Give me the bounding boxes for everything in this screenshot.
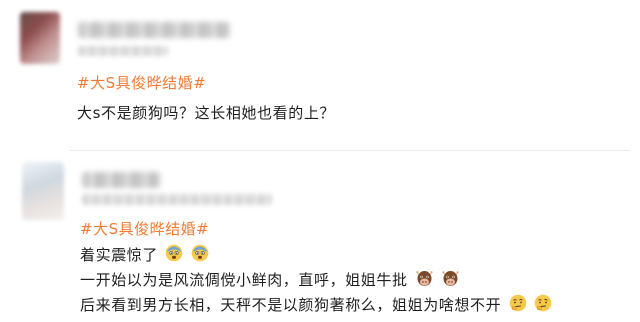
fearful-face-icon (165, 244, 183, 266)
comment-text-line: 着实震惊了 (80, 244, 209, 266)
fearful-face-icon (191, 244, 209, 266)
hashtag-link[interactable]: #大S具俊晔结婚# (80, 218, 209, 239)
comment-text: 后来看到男方长相，天秤不是以颜狗著称么，姐姐为啥想不开 (80, 296, 502, 314)
cow-face-icon (441, 269, 460, 291)
comment-feed: #大S具俊晔结婚# 大s不是颜狗吗？这长相她也看的上？ #大S具俊晔结婚# 着实… (0, 0, 640, 322)
cow-face-icon (415, 269, 434, 291)
comment-text: 着实震惊了 (80, 246, 159, 264)
thinking-face-icon (509, 294, 527, 316)
comment-text-line: 后来看到男方长相，天秤不是以颜狗著称么，姐姐为啥想不开 (80, 294, 552, 316)
comment-text: 一开始以为是风流倜傥小鲜肉，直呼，姐姐牛批 (80, 271, 408, 289)
comment-text-line: 一开始以为是风流倜傥小鲜肉，直呼，姐姐牛批 (80, 269, 460, 291)
thinking-face-icon (534, 294, 552, 316)
comment-body: #大S具俊晔结婚# 着实震惊了 一开始以为是风流倜傥小鲜肉，直呼，姐姐牛批 后来… (0, 0, 640, 322)
